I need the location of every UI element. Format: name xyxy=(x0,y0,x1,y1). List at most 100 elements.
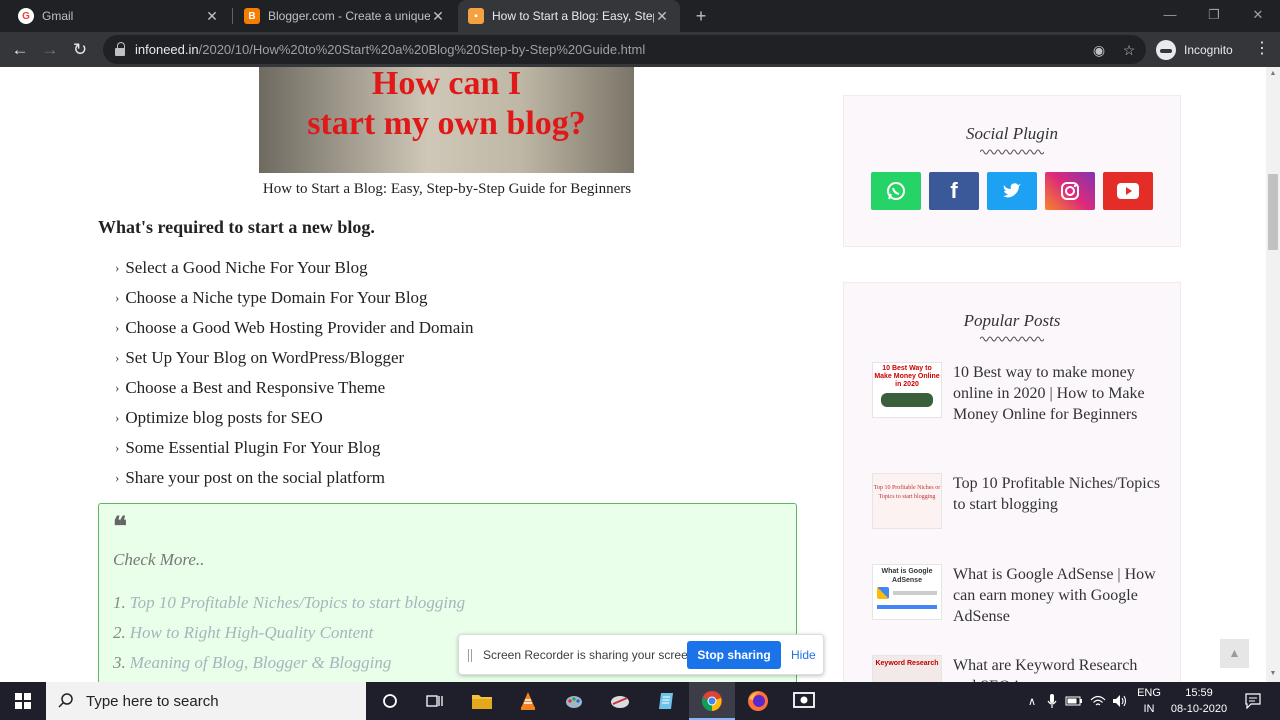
new-tab-button[interactable]: + xyxy=(690,5,712,27)
url-text[interactable]: infoneed.in/2020/10/How%20to%20Start%20a… xyxy=(135,42,645,57)
popular-post[interactable]: 10 Best Way to Make Money Online in 2020… xyxy=(872,362,1162,444)
whatsapp-button[interactable] xyxy=(871,172,921,210)
vlc-icon[interactable] xyxy=(505,682,551,720)
list-item-text: Choose a Niche type Domain For Your Blog xyxy=(125,288,428,307)
related-link-item[interactable]: 1. Top 10 Profitable Niches/Topics to sta… xyxy=(113,588,465,618)
list-item-text: Set Up Your Blog on WordPress/Blogger xyxy=(125,348,405,367)
file-explorer-icon[interactable] xyxy=(459,682,505,720)
list-item-text: Optimize blog posts for SEO xyxy=(125,408,323,427)
incognito-indicator[interactable]: Incognito xyxy=(1156,36,1233,63)
wifi-icon[interactable] xyxy=(1088,682,1108,720)
post-thumbnail[interactable]: What is Google AdSense xyxy=(872,564,942,620)
address-bar[interactable]: infoneed.in/2020/10/How%20to%20Start%20a… xyxy=(103,35,1146,64)
battery-icon[interactable] xyxy=(1064,682,1084,720)
facebook-button[interactable]: f xyxy=(929,172,979,210)
back-to-top-button[interactable]: ▲ xyxy=(1220,639,1249,668)
instagram-button[interactable] xyxy=(1045,172,1095,210)
related-link-item[interactable]: 2. How to Right High-Quality Content xyxy=(113,618,465,648)
post-title-link[interactable]: Top 10 Profitable Niches/Topics to start… xyxy=(953,473,1163,515)
chevron-right-icon: › xyxy=(115,380,120,395)
drag-handle-icon[interactable] xyxy=(468,649,472,662)
reload-icon[interactable]: ↻ xyxy=(66,36,94,64)
thumbnail-text: 10 Best Way to Make Money Online in 2020 xyxy=(874,365,940,388)
chevron-right-icon: › xyxy=(115,320,120,335)
list-item: › Choose a Best and Responsive Theme xyxy=(115,373,474,403)
list-item: › Select a Good Niche For Your Blog xyxy=(115,253,474,283)
thumbnail-text: Keyword Research xyxy=(875,660,939,667)
post-title-link[interactable]: What is Google AdSense | How can earn mo… xyxy=(953,564,1163,627)
system-clock[interactable]: 15:59 08-10-2020 xyxy=(1170,685,1228,717)
popular-post[interactable]: What is Google AdSense What is Google Ad… xyxy=(872,564,1163,627)
windows-taskbar: Type here to search ∧ ENG IN 15:59 08-10… xyxy=(0,682,1280,720)
task-view-icon[interactable] xyxy=(412,682,458,720)
eye-slash-icon[interactable]: ◉ xyxy=(1089,40,1109,60)
post-thumbnail[interactable]: Keyword Research xyxy=(872,655,942,682)
paint-app-icon[interactable] xyxy=(551,682,597,720)
page-scrollbar[interactable]: ▲ ▼ xyxy=(1266,67,1280,682)
gmail-icon: G xyxy=(18,8,34,24)
forward-arrow-icon[interactable]: → xyxy=(36,36,64,64)
scroll-up-icon[interactable]: ▲ xyxy=(1269,70,1277,78)
minimize-icon[interactable]: — xyxy=(1148,0,1192,32)
related-links-list: 1. Top 10 Profitable Niches/Topics to sta… xyxy=(113,588,465,678)
list-item: › Choose a Niche type Domain For Your Blo… xyxy=(115,283,474,313)
star-icon[interactable]: ☆ xyxy=(1119,40,1139,60)
list-item-text: Choose a Best and Responsive Theme xyxy=(125,378,386,397)
restore-icon[interactable]: ❐ xyxy=(1192,0,1236,32)
popular-post[interactable]: Keyword Research What are Keyword Resear… xyxy=(872,655,1162,682)
close-icon[interactable]: ✕ xyxy=(204,8,220,25)
screen-recorder-icon[interactable] xyxy=(781,682,827,720)
chevron-right-icon: › xyxy=(115,410,120,425)
language-indicator[interactable]: ENG IN xyxy=(1134,685,1164,717)
post-thumbnail[interactable]: 10 Best Way to Make Money Online in 2020 xyxy=(872,362,942,418)
twitter-button[interactable] xyxy=(987,172,1037,210)
youtube-button[interactable] xyxy=(1103,172,1153,210)
sharing-status-text: Screen Recorder is sharing your screen. xyxy=(483,648,698,662)
tab-title: Gmail xyxy=(42,9,74,23)
post-title-link[interactable]: 10 Best way to make money online in 2020… xyxy=(953,362,1163,425)
scroll-down-icon[interactable]: ▼ xyxy=(1269,670,1277,678)
firefox-icon[interactable] xyxy=(735,682,781,720)
cortana-icon[interactable] xyxy=(367,682,413,720)
related-link[interactable]: Meaning of Blog, Blogger & Blogging xyxy=(130,653,392,673)
back-arrow-icon[interactable]: ← xyxy=(6,36,34,64)
scrollbar-thumb[interactable] xyxy=(1268,174,1278,250)
post-thumbnail[interactable]: Top 10 Profitable Niches or Topics to st… xyxy=(872,473,942,529)
related-link-item[interactable]: 3. Meaning of Blog, Blogger & Blogging xyxy=(113,648,465,678)
tab-gmail[interactable]: G Gmail ✕ xyxy=(8,0,230,32)
snipping-tool-icon[interactable] xyxy=(597,682,643,720)
action-center-icon[interactable] xyxy=(1238,682,1268,720)
show-hidden-icons-icon[interactable]: ∧ xyxy=(1022,682,1042,720)
window-close-icon[interactable]: ✕ xyxy=(1236,0,1280,32)
list-item: › Optimize blog posts for SEO xyxy=(115,403,474,433)
social-plugin-widget: Social Plugin f xyxy=(843,95,1181,247)
windows-logo-icon xyxy=(15,693,31,709)
tab-blogger[interactable]: B Blogger.com - Create a unique a ✕ xyxy=(234,0,456,32)
lock-icon[interactable] xyxy=(115,41,125,56)
popular-post[interactable]: Top 10 Profitable Niches or Topics to st… xyxy=(872,473,1162,533)
start-button[interactable] xyxy=(0,682,46,720)
close-icon[interactable]: ✕ xyxy=(654,8,670,25)
post-title-link[interactable]: What are Keyword Research and SEO in xyxy=(953,655,1163,682)
menu-dots-icon[interactable]: ⋮ xyxy=(1254,38,1270,60)
thumbnail-text: What is Google AdSense xyxy=(881,568,933,584)
microphone-icon[interactable] xyxy=(1044,682,1060,720)
tab-how-to-start-a-blog[interactable]: ▪ How to Start a Blog: Easy, Step-b ✕ xyxy=(458,0,680,32)
tab-title: Blogger.com - Create a unique a xyxy=(268,9,430,23)
twitter-icon xyxy=(1003,183,1021,198)
whatsapp-icon xyxy=(887,182,905,200)
related-link[interactable]: How to Right High-Quality Content xyxy=(130,623,374,643)
chrome-icon[interactable] xyxy=(689,682,735,720)
notepad-icon[interactable] xyxy=(643,682,689,720)
thumbnail-text: Top 10 Profitable Niches or Topics to st… xyxy=(873,485,941,500)
taskbar-search-box[interactable]: Type here to search xyxy=(46,682,366,720)
stop-sharing-button[interactable]: Stop sharing xyxy=(687,641,781,669)
popular-posts-widget: Popular Posts 10 Best Way to Make Money … xyxy=(843,282,1181,682)
widget-title: Popular Posts xyxy=(963,311,1061,330)
search-placeholder: Type here to search xyxy=(86,692,219,710)
hide-button[interactable]: Hide xyxy=(791,648,816,662)
volume-icon[interactable] xyxy=(1110,682,1130,720)
related-link[interactable]: Top 10 Profitable Niches/Topics to start… xyxy=(130,593,465,613)
close-icon[interactable]: ✕ xyxy=(430,8,446,25)
list-item-text: Some Essential Plugin For Your Blog xyxy=(125,438,381,457)
